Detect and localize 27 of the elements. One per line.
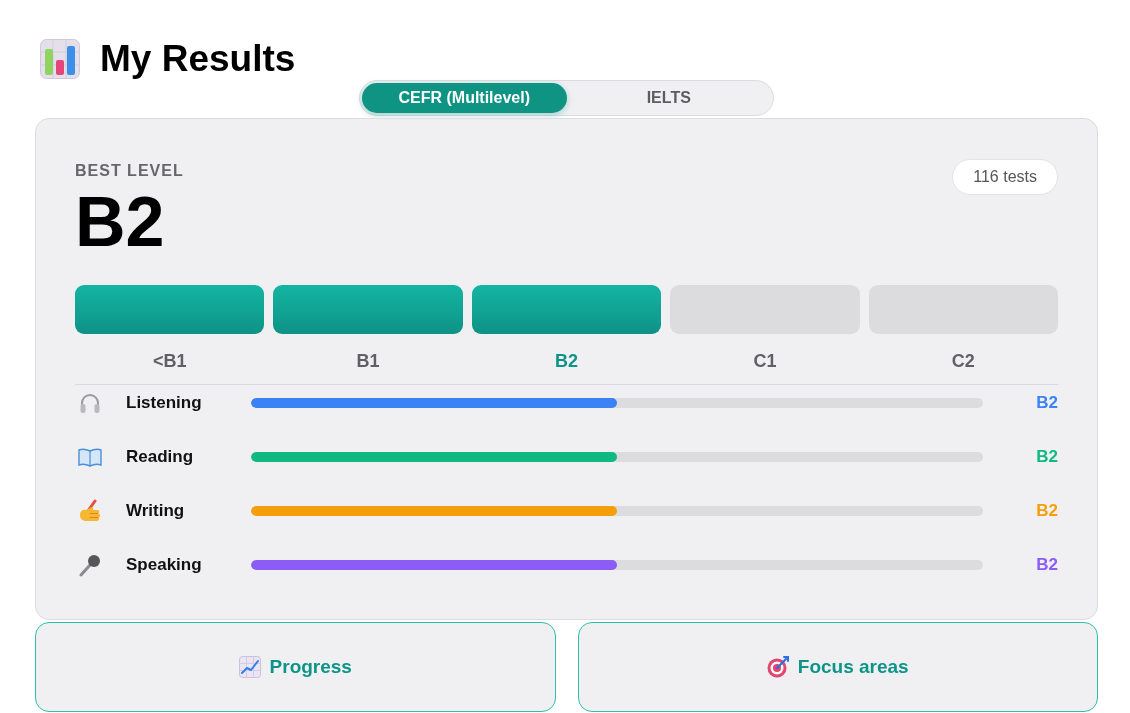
bar-chart-icon: [40, 39, 80, 79]
test-count-badge: 116 tests: [952, 159, 1058, 195]
action-button[interactable]: Focus areas: [577, 622, 1098, 712]
best-level-label: BEST LEVEL: [75, 161, 184, 181]
level-label: B1: [356, 350, 380, 373]
skill-name: Writing: [126, 501, 186, 521]
level-label: C2: [951, 350, 975, 373]
line-chart-icon: [238, 656, 261, 678]
skill-level: B2: [1035, 393, 1058, 413]
skill-name: Reading: [126, 447, 195, 467]
action-button[interactable]: Progress: [35, 622, 556, 712]
target-icon: [766, 656, 789, 678]
level-label: <B1: [152, 350, 187, 373]
writing-hand-icon: [78, 499, 102, 523]
page-title: My Results: [100, 38, 296, 80]
skill-level: B2: [1035, 501, 1058, 521]
level-label: C1: [753, 350, 777, 373]
headphones-icon: [78, 391, 102, 415]
level-label: B2: [555, 350, 578, 373]
scale-tab[interactable]: CEFR (Multilevel): [362, 83, 567, 113]
microphone-icon: [78, 553, 102, 577]
skill-name: Speaking: [126, 555, 203, 575]
skill-level: B2: [1035, 555, 1058, 575]
best-level-value: B2: [75, 184, 166, 260]
scale-tab[interactable]: IELTS: [566, 83, 771, 113]
skill-name: Listening: [126, 393, 203, 413]
skill-level: B2: [1035, 447, 1058, 467]
